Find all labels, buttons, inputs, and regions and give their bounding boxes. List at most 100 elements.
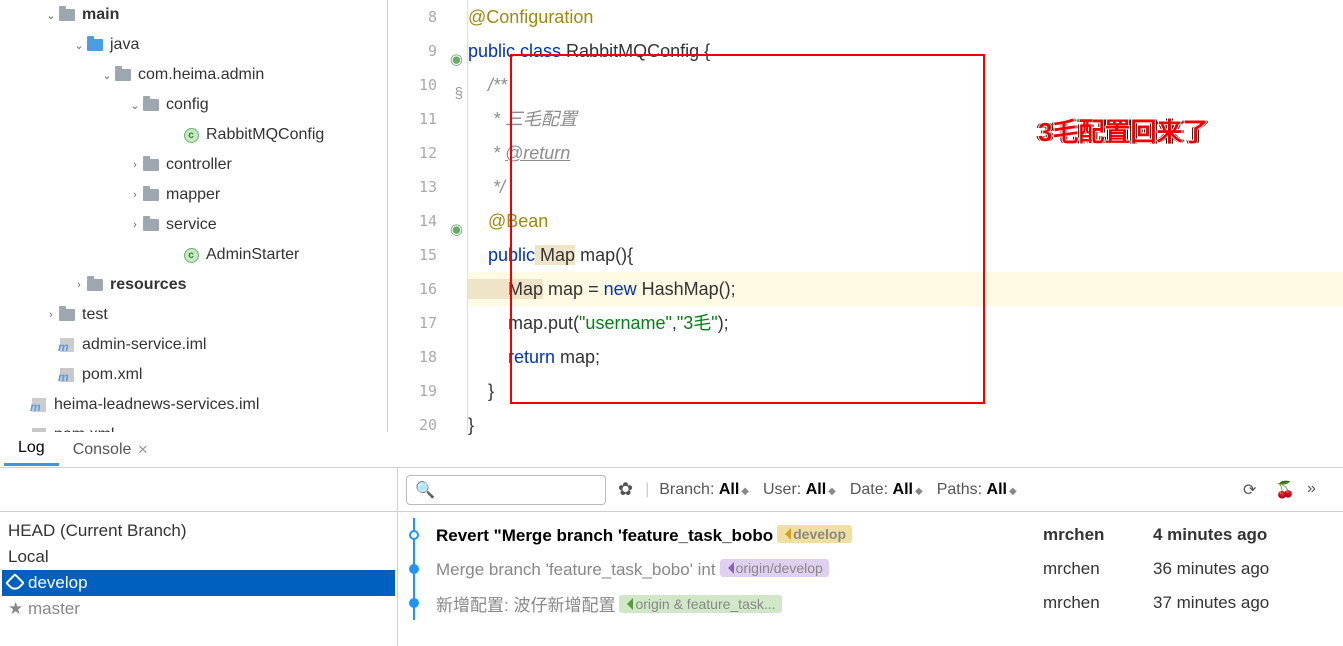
tree-label: main bbox=[82, 6, 119, 24]
commit-row[interactable]: Merge branch 'feature_task_bobo' intorig… bbox=[398, 552, 1343, 586]
tree-item[interactable]: ⌄config bbox=[0, 90, 387, 120]
tree-item[interactable]: heima-leadnews-services.iml bbox=[0, 390, 387, 420]
gutter-run-icon[interactable]: ◉ bbox=[447, 213, 463, 229]
tree-item[interactable]: ›mapper bbox=[0, 180, 387, 210]
graph-column bbox=[406, 518, 436, 552]
tree-item[interactable]: pom.xml bbox=[0, 420, 387, 432]
commit-message: Revert "Merge branch 'feature_task_bobod… bbox=[436, 525, 1043, 546]
tree-label: pom.xml bbox=[54, 426, 114, 432]
gutter-run-icon[interactable]: ◉ bbox=[447, 43, 463, 59]
line-number[interactable]: 14◉ bbox=[388, 204, 467, 238]
code-area[interactable]: @Configuration public class RabbitMQConf… bbox=[468, 0, 1343, 432]
kw-new: new bbox=[604, 279, 637, 299]
gutter-marker-icon: § bbox=[447, 77, 463, 93]
line-number[interactable]: 13 bbox=[388, 170, 467, 204]
comment: * bbox=[468, 143, 505, 163]
tree-label: AdminStarter bbox=[206, 246, 299, 264]
chevron-icon[interactable]: › bbox=[44, 309, 58, 321]
annotation-bean: @Bean bbox=[468, 211, 548, 231]
folder-icon bbox=[142, 96, 160, 114]
tree-item[interactable]: ›service bbox=[0, 210, 387, 240]
tree-label: controller bbox=[166, 156, 232, 174]
tree-item[interactable]: ⌄ main bbox=[0, 0, 387, 30]
line-number[interactable]: 10§ bbox=[388, 68, 467, 102]
tree-item[interactable]: › resources bbox=[0, 270, 387, 300]
commit-author: mrchen bbox=[1043, 525, 1153, 545]
line-number[interactable]: 11 bbox=[388, 102, 467, 136]
tree-item[interactable]: pom.xml bbox=[0, 360, 387, 390]
folder-icon bbox=[142, 156, 160, 174]
branch-badge[interactable]: origin & feature_task... bbox=[619, 595, 781, 613]
gear-icon[interactable]: ✿ bbox=[612, 479, 639, 500]
chevron-icon[interactable]: ⌄ bbox=[72, 39, 86, 52]
branch-develop[interactable]: develop bbox=[2, 570, 395, 596]
commit-time: 37 minutes ago bbox=[1153, 593, 1343, 613]
line-number[interactable]: 12 bbox=[388, 136, 467, 170]
filter-date[interactable]: Date: All◆ bbox=[846, 481, 927, 499]
file-icon bbox=[30, 396, 48, 414]
class-icon: c bbox=[182, 126, 200, 144]
chevron-icon[interactable]: › bbox=[128, 159, 142, 171]
branch-badge[interactable]: develop bbox=[777, 525, 852, 543]
annotation-callout: 3毛配置回来了 bbox=[1038, 112, 1208, 149]
annotation: @Configuration bbox=[468, 7, 593, 27]
chevron-icon[interactable]: › bbox=[128, 219, 142, 231]
kw-return: return bbox=[468, 347, 555, 367]
project-tree[interactable]: ⌄ main ⌄java⌄com.heima.admin⌄config c Rabbit… bbox=[0, 0, 388, 432]
chevron-icon[interactable]: ⌄ bbox=[128, 99, 142, 112]
tab-console[interactable]: Console✕ bbox=[59, 435, 163, 465]
chevron-icon[interactable]: › bbox=[72, 279, 86, 291]
head-branch-label[interactable]: HEAD (Current Branch) bbox=[8, 518, 389, 544]
folder-icon bbox=[142, 216, 160, 234]
filter-user[interactable]: User: All◆ bbox=[759, 481, 840, 499]
branch-badge[interactable]: origin/develop bbox=[720, 559, 829, 577]
tree-item[interactable]: cAdminStarter bbox=[0, 240, 387, 270]
branch-filter-bar bbox=[0, 468, 397, 512]
tree-item[interactable]: › controller bbox=[0, 150, 387, 180]
method-sig: map(){ bbox=[575, 245, 633, 265]
line-number[interactable]: 19 bbox=[388, 374, 467, 408]
commit-row[interactable]: Revert "Merge branch 'feature_task_bobod… bbox=[398, 518, 1343, 552]
tree-item[interactable]: ⌄com.heima.admin bbox=[0, 60, 387, 90]
tree-label: RabbitMQConfig bbox=[206, 126, 324, 144]
branch-panel: HEAD (Current Branch) Local develop ★ ma… bbox=[0, 468, 398, 646]
local-group[interactable]: Local bbox=[8, 544, 389, 570]
tree-item[interactable]: ⌄java bbox=[0, 30, 387, 60]
tree-label: admin-service.iml bbox=[82, 336, 206, 354]
tree-label: test bbox=[82, 306, 108, 324]
brace: } bbox=[468, 381, 494, 401]
chevron-icon[interactable]: ⌄ bbox=[100, 69, 114, 82]
tree-label: resources bbox=[110, 276, 187, 294]
line-number[interactable]: 16 bbox=[388, 272, 467, 306]
line-number[interactable]: 15 bbox=[388, 238, 467, 272]
folder-icon bbox=[114, 66, 132, 84]
tab-log[interactable]: Log bbox=[4, 433, 59, 466]
line-number[interactable]: 18 bbox=[388, 340, 467, 374]
chevron-icon[interactable]: › bbox=[128, 189, 142, 201]
tree-item[interactable]: › test bbox=[0, 300, 387, 330]
code-editor[interactable]: 89◉10§11121314◉151617181920 @Configurati… bbox=[388, 0, 1343, 432]
chevron-icon[interactable]: ⌄ bbox=[44, 9, 58, 22]
more-icon[interactable]: » bbox=[1307, 480, 1327, 500]
filter-branch[interactable]: Branch: All◆ bbox=[655, 481, 753, 499]
log-filter-bar: 🔍 ✿ | Branch: All◆ User: All◆ Date: All◆… bbox=[398, 468, 1343, 512]
line-number[interactable]: 9◉ bbox=[388, 34, 467, 68]
line-number[interactable]: 8 bbox=[388, 0, 467, 34]
branch-master[interactable]: ★ master bbox=[8, 596, 389, 622]
tree-item[interactable]: admin-service.iml bbox=[0, 330, 387, 360]
close-icon[interactable]: ✕ bbox=[137, 442, 148, 457]
commit-row[interactable]: 新增配置: 波仔新增配置origin & feature_task...mrch… bbox=[398, 586, 1343, 620]
comment: */ bbox=[468, 177, 505, 197]
search-input[interactable]: 🔍 bbox=[406, 475, 606, 505]
refresh-icon[interactable]: ⟳ bbox=[1243, 480, 1263, 500]
cherry-pick-icon[interactable]: 🍒 bbox=[1275, 480, 1295, 500]
folder-icon bbox=[58, 6, 76, 24]
tree-item[interactable]: c RabbitMQConfig bbox=[0, 120, 387, 150]
line-number[interactable]: 17 bbox=[388, 306, 467, 340]
folder-icon bbox=[86, 276, 104, 294]
filter-paths[interactable]: Paths: All◆ bbox=[933, 481, 1021, 499]
commit-time: 36 minutes ago bbox=[1153, 559, 1343, 579]
brace: } bbox=[468, 415, 474, 435]
line-number[interactable]: 20 bbox=[388, 408, 467, 442]
tree-label: pom.xml bbox=[82, 366, 142, 384]
